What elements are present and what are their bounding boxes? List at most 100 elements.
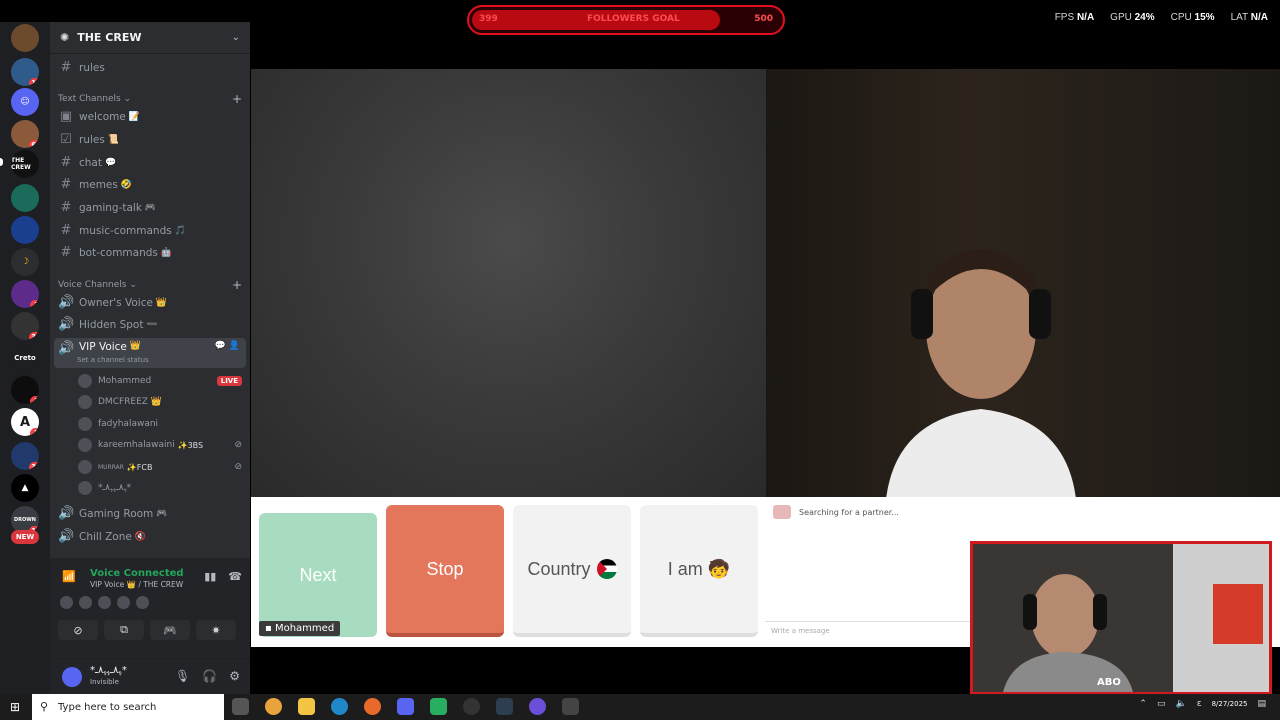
firefox-icon[interactable] — [364, 698, 381, 715]
gear-icon: ✺ — [60, 31, 70, 44]
server-icon[interactable]: 1 — [11, 280, 39, 308]
chrome-icon[interactable] — [265, 698, 282, 715]
server-icon[interactable] — [11, 216, 39, 244]
app-icon[interactable] — [496, 698, 513, 715]
voice-member[interactable]: Mohammed LIVE — [78, 371, 242, 391]
avatar — [117, 596, 130, 609]
voice-channel-hidden-spot[interactable]: 🔊 Hidden Spot ➖ — [54, 314, 246, 335]
streamer-webcam: ABO — [970, 541, 1272, 695]
signal-icon[interactable]: 📶 — [62, 570, 76, 583]
clock[interactable]: 8/27/2025 — [1212, 700, 1248, 709]
volume-icon[interactable]: 🔈 — [1175, 699, 1186, 709]
network-icon[interactable]: ▭ — [1157, 699, 1166, 709]
voice-member[interactable]: kareemhalawaini ✨3BS ⊘ — [78, 435, 242, 455]
camera-off-button[interactable]: ⊘ — [58, 620, 98, 640]
category-voice-channels[interactable]: Voice Channels ⌄ + — [58, 278, 242, 292]
discord-icon[interactable]: ☺ — [11, 88, 39, 116]
voice-channel-owners-voice[interactable]: 🔊 Owner's Voice 👑 — [54, 292, 246, 313]
add-channel-icon[interactable]: + — [232, 278, 242, 292]
server-creto[interactable]: Creto — [11, 344, 39, 372]
server-icon[interactable] — [11, 184, 39, 212]
file-explorer-icon[interactable] — [298, 698, 315, 715]
noise-suppression-icon[interactable]: ▮▮ — [204, 570, 216, 583]
windows-start-icon[interactable]: ⊞ — [10, 700, 20, 714]
chevron-down-icon: ⌄ — [123, 94, 132, 104]
server-icon[interactable]: ▲ — [11, 474, 39, 502]
channel-welcome[interactable]: ▣ welcome 📝 — [54, 106, 246, 127]
chat-bubble-icon[interactable]: 💬 👤 — [215, 341, 240, 351]
channel-rules-top[interactable]: # rules — [54, 57, 246, 78]
flag-icon — [596, 559, 617, 579]
voice-member[interactable]: fadyhalawani — [78, 414, 242, 434]
soundboard-button[interactable]: ✷ — [196, 620, 236, 640]
category-text-channels[interactable]: Text Channels ⌄ + — [58, 92, 242, 106]
message-input[interactable]: Write a message — [765, 621, 975, 639]
channel-music-commands[interactable]: # music-commands 🎵 — [54, 220, 246, 241]
server-icon[interactable]: 39 — [11, 442, 39, 470]
discord-taskbar-icon[interactable] — [397, 698, 414, 715]
gear-icon[interactable]: ⚙ — [229, 669, 240, 683]
streamer-image — [973, 544, 1269, 692]
hash-icon: # — [60, 245, 72, 260]
microphone-icon[interactable]: 🎙 — [175, 669, 190, 683]
channel-gaming-talk[interactable]: # gaming-talk 🎮 — [54, 197, 246, 218]
next-button[interactable]: Next — [259, 513, 377, 637]
channel-status[interactable]: Set a channel status — [77, 356, 149, 364]
user-avatar-home[interactable] — [11, 24, 39, 52]
username[interactable]: *ﮩ٨ـﮩﮩ٨ـ* — [90, 665, 127, 676]
app-icon[interactable] — [463, 698, 480, 715]
chat-status-line: Searching for a partner... — [773, 505, 899, 519]
server-icon[interactable]: 1 — [11, 376, 39, 404]
headphones-icon[interactable]: 🎧 — [202, 669, 217, 683]
channel-chat[interactable]: # chat 💬 — [54, 152, 246, 173]
activity-button[interactable]: 🎮 — [150, 620, 190, 640]
followers-goal-bar: 399 FOLLOWERS GOAL 500 — [467, 5, 785, 35]
speaker-icon: 🔊 — [58, 506, 75, 521]
voice-member[interactable]: MURRAR ✨FCB ⊘ — [78, 457, 242, 477]
add-channel-icon[interactable]: + — [232, 92, 242, 106]
chevron-down-icon: ⌄ — [129, 280, 137, 290]
muted-icon: ⊘ — [234, 440, 242, 450]
server-icon[interactable]: 69 — [11, 120, 39, 148]
language-indicator[interactable]: ε — [1197, 699, 1202, 709]
app-icon[interactable] — [562, 698, 579, 715]
avatar — [60, 596, 73, 609]
server-the-crew[interactable]: THE CREW — [11, 150, 39, 178]
server-icon[interactable]: 30 — [11, 312, 39, 340]
screen-share-button[interactable]: ⧉ — [104, 620, 144, 640]
channel-memes[interactable]: # memes 🤣 — [54, 174, 246, 195]
chat-bubble-icon: ▪ — [265, 623, 272, 634]
user-controls: 🎙 🎧 ⚙ — [175, 669, 240, 683]
notifications-icon[interactable]: ▤ — [1257, 699, 1266, 709]
server-header[interactable]: ✺ THE CREW ⌄ — [50, 22, 250, 54]
task-view-icon[interactable] — [232, 698, 249, 715]
stop-button[interactable]: Stop — [386, 505, 504, 637]
channel-bot-commands[interactable]: # bot-commands 🤖 — [54, 242, 246, 263]
hash-icon: # — [60, 200, 72, 215]
avatar — [79, 596, 92, 609]
voice-channel-gaming-room[interactable]: 🔊 Gaming Room 🎮 — [54, 503, 246, 524]
server-icon[interactable]: A5 — [11, 408, 39, 436]
voice-member[interactable]: DMCFREEZ 👑 — [78, 392, 242, 412]
server-icon[interactable]: ☽ — [11, 248, 39, 276]
obs-icon[interactable] — [529, 698, 546, 715]
app-icon[interactable] — [430, 698, 447, 715]
i-am-button[interactable]: I am 🧒 — [640, 505, 758, 637]
chevron-up-icon[interactable]: ⌃ — [1139, 699, 1147, 709]
voice-channel-chill-zone[interactable]: 🔊 Chill Zone 🔇 — [54, 526, 246, 547]
avatar[interactable] — [62, 667, 82, 687]
lat-stat: LAT N/A — [1230, 12, 1268, 23]
server-name: THE CREW — [77, 31, 142, 44]
edge-icon[interactable] — [331, 698, 348, 715]
taskbar-search[interactable]: ⚲ Type here to search — [32, 694, 224, 720]
voice-participants — [60, 596, 149, 609]
site-logo-icon — [773, 505, 791, 519]
disconnect-icon[interactable]: ☎ — [228, 570, 242, 583]
goal-label: FOLLOWERS GOAL — [587, 14, 680, 24]
country-button[interactable]: Country — [513, 505, 631, 637]
voice-member[interactable]: *ﮩ٨ـﮩﮩ٨ـ* — [78, 478, 242, 498]
channel-rules[interactable]: ☑ rules 📜 — [54, 129, 246, 150]
voice-connected-panel: 📶 Voice Connected VIP Voice 👑 / THE CREW… — [50, 558, 250, 658]
voice-connected-title[interactable]: Voice Connected — [90, 568, 184, 579]
server-icon[interactable]: 19 — [11, 58, 39, 86]
